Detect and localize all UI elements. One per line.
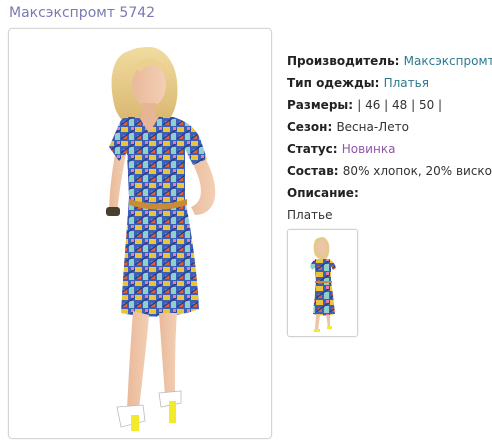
- status-label: Статус:: [287, 142, 342, 156]
- composition-label: Состав:: [287, 164, 343, 178]
- product-thumbnail[interactable]: [287, 229, 358, 337]
- sizes-value: | 46 | 48 | 50 |: [357, 98, 443, 112]
- type-label: Тип одежды:: [287, 76, 384, 90]
- composition-value: 80% хлопок, 20% вискоза: [342, 164, 492, 178]
- type-row: Тип одежды: Платья: [287, 72, 492, 94]
- status-link[interactable]: Новинка: [342, 142, 396, 156]
- description-row: Описание:: [287, 182, 492, 204]
- description-value: Платье: [287, 208, 333, 222]
- product-specs: Производитель: Максэкспромт Тип одежды: …: [287, 50, 492, 226]
- manufacturer-row: Производитель: Максэкспромт: [287, 50, 492, 72]
- type-link[interactable]: Платья: [384, 76, 429, 90]
- composition-row: Состав: 80% хлопок, 20% вискоза: [287, 160, 492, 182]
- product-title: Максэкспромт 5742: [9, 5, 156, 21]
- manufacturer-label: Производитель:: [287, 54, 404, 68]
- main-product-photo[interactable]: [8, 28, 272, 439]
- sizes-label: Размеры:: [287, 98, 358, 112]
- season-value: Весна-Лето: [336, 120, 409, 134]
- season-row: Сезон: Весна-Лето: [287, 116, 492, 138]
- status-row: Статус: Новинка: [287, 138, 492, 160]
- sizes-row: Размеры: | 46 | 48 | 50 |: [287, 94, 492, 116]
- description-text-row: Платье: [287, 204, 492, 226]
- manufacturer-link[interactable]: Максэкспромт: [404, 54, 492, 68]
- season-label: Сезон:: [287, 120, 337, 134]
- description-label: Описание:: [287, 186, 359, 200]
- thumbnail-image: [288, 230, 357, 336]
- model-photo-illustration: [106, 47, 216, 431]
